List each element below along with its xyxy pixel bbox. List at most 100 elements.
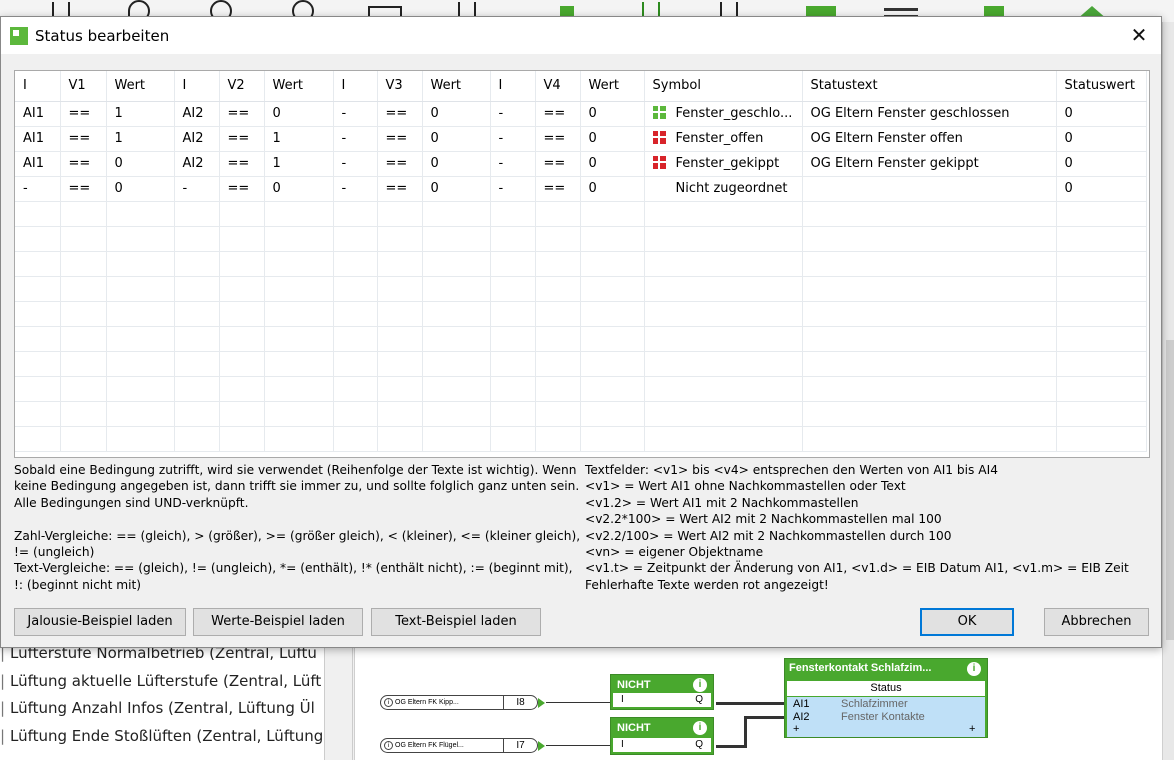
table-cell[interactable]: == [60,101,107,127]
column-header[interactable]: I [490,71,536,102]
table-cell[interactable] [535,251,581,277]
table-cell[interactable] [60,351,107,377]
table-cell[interactable] [60,401,107,427]
table-cell[interactable] [802,301,1057,327]
table-cell[interactable] [15,226,61,252]
background-list-scrollbar[interactable] [325,640,353,760]
table-cell[interactable] [264,276,334,302]
table-cell[interactable] [580,201,645,227]
ok-button[interactable]: OK [920,608,1014,636]
table-cell[interactable]: 0 [580,101,645,127]
table-cell[interactable] [802,376,1057,402]
table-cell[interactable] [60,426,107,452]
table-cell[interactable] [490,376,536,402]
table-cell[interactable] [377,301,423,327]
table-cell[interactable] [106,376,175,402]
column-header[interactable]: V3 [377,71,423,102]
add-output-button[interactable]: + [969,723,975,736]
table-cell[interactable] [106,276,175,302]
table-cell[interactable] [174,276,220,302]
table-cell[interactable] [802,326,1057,352]
table-cell[interactable] [580,251,645,277]
nicht-block[interactable]: NICHT i IQ [610,717,714,755]
table-cell[interactable]: - [333,126,378,152]
table-cell[interactable] [490,326,536,352]
table-cell[interactable] [15,251,61,277]
table-cell[interactable] [60,376,107,402]
empty-table-row[interactable] [15,251,1147,277]
table-cell[interactable] [174,301,220,327]
table-cell[interactable]: 0 [422,151,491,177]
add-input-button[interactable]: + [793,723,799,736]
table-cell[interactable] [174,351,220,377]
table-cell[interactable] [535,201,581,227]
table-cell[interactable] [15,326,61,352]
column-header[interactable]: V1 [60,71,107,102]
table-cell[interactable]: == [535,126,581,152]
table-cell[interactable] [1056,426,1147,452]
table-cell[interactable]: Nicht zugeordnet [644,176,803,202]
table-cell[interactable] [219,301,265,327]
table-cell[interactable]: == [219,151,265,177]
table-cell[interactable] [15,301,61,327]
table-cell[interactable] [802,351,1057,377]
table-cell[interactable] [644,201,803,227]
table-cell[interactable] [535,351,581,377]
table-cell[interactable] [60,251,107,277]
table-cell[interactable] [644,426,803,452]
table-cell[interactable] [644,276,803,302]
table-cell[interactable] [422,301,491,327]
table-cell[interactable] [1056,276,1147,302]
table-cell[interactable] [490,426,536,452]
table-cell[interactable] [535,326,581,352]
table-cell[interactable] [333,226,378,252]
table-cell[interactable] [377,326,423,352]
table-cell[interactable] [377,251,423,277]
empty-table-row[interactable] [15,201,1147,227]
table-cell[interactable] [264,201,334,227]
table-cell[interactable] [219,401,265,427]
table-cell[interactable]: 0 [580,126,645,152]
table-cell[interactable] [490,201,536,227]
table-cell[interactable] [490,226,536,252]
table-cell[interactable] [264,376,334,402]
table-cell[interactable] [333,326,378,352]
table-cell[interactable] [219,426,265,452]
table-cell[interactable] [174,401,220,427]
table-cell[interactable] [106,351,175,377]
table-cell[interactable]: 0 [1056,151,1147,177]
table-cell[interactable] [333,401,378,427]
table-cell[interactable] [644,351,803,377]
table-cell[interactable] [377,276,423,302]
table-cell[interactable]: AI1 [15,151,61,177]
table-row[interactable]: - == 0- == 0- == 0- == 0 Nicht zugeordnet 0 [15,176,1147,202]
empty-table-row[interactable] [15,276,1147,302]
table-cell[interactable]: == [377,126,423,152]
table-cell[interactable]: AI1 [15,101,61,127]
list-item[interactable]: | Lüftung aktuelle Lüfterstufe (Zentral, … [0,668,324,696]
table-cell[interactable]: == [535,176,581,202]
table-cell[interactable] [535,401,581,427]
table-cell[interactable] [1056,226,1147,252]
table-cell[interactable] [15,376,61,402]
table-cell[interactable]: OG Eltern Fenster geschlossen [802,101,1057,127]
table-cell[interactable] [535,276,581,302]
empty-table-row[interactable] [15,301,1147,327]
table-cell[interactable] [490,301,536,327]
table-cell[interactable]: 0 [106,176,175,202]
table-cell[interactable] [580,326,645,352]
table-cell[interactable] [219,376,265,402]
table-cell[interactable] [377,401,423,427]
table-cell[interactable]: == [60,151,107,177]
table-cell[interactable] [802,251,1057,277]
table-cell[interactable] [422,401,491,427]
table-cell[interactable]: Fenster_gekippt [644,151,803,177]
table-cell[interactable]: - [333,176,378,202]
table-cell[interactable] [106,401,175,427]
table-cell[interactable] [60,226,107,252]
table-cell[interactable]: == [377,176,423,202]
table-cell[interactable] [333,201,378,227]
column-header[interactable]: Wert [580,71,645,102]
table-cell[interactable] [219,351,265,377]
list-item[interactable]: | Lüftung Ende Stoßlüften (Zentral, Lüftu… [0,723,324,751]
